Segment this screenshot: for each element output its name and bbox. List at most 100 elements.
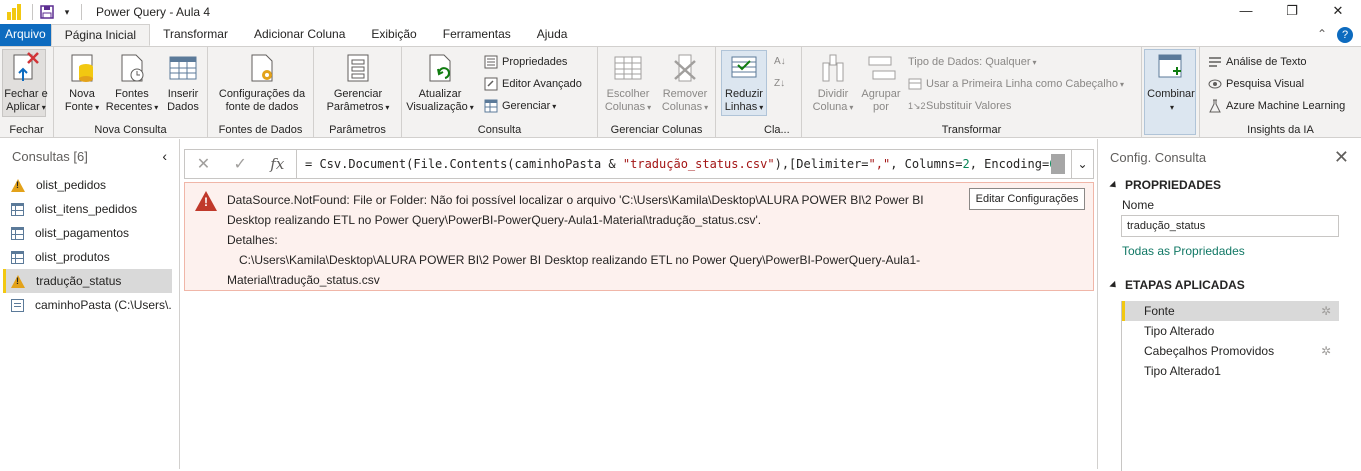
- tab-arquivo[interactable]: Arquivo: [0, 24, 51, 46]
- main-content: ✕ ✓ fx = Csv.Document(File.Contents(cami…: [181, 139, 1097, 469]
- reduce-rows-button[interactable]: Reduzir Linhas ▾: [722, 51, 766, 114]
- remove-columns-button[interactable]: Remover Colunas ▾: [658, 51, 712, 114]
- manage-button[interactable]: Gerenciar ▾: [484, 97, 556, 115]
- applied-steps-section[interactable]: ETAPAS APLICADAS: [1098, 275, 1361, 295]
- advanced-editor-icon: [484, 77, 498, 91]
- collapse-triangle-icon: [1109, 180, 1119, 190]
- split-column-label-2: Coluna ▾: [812, 101, 854, 113]
- query-item-caminho-pasta[interactable]: caminhoPasta (C:\Users\...: [3, 293, 172, 317]
- edit-settings-button[interactable]: Editar Configurações: [969, 188, 1085, 210]
- save-icon[interactable]: [39, 4, 55, 20]
- query-item-olist-pagamentos[interactable]: olist_pagamentos: [3, 221, 172, 245]
- combine-label: Combinar: [1147, 88, 1195, 100]
- split-column-label-1: Dividir: [817, 88, 849, 100]
- query-item-label: olist_itens_pedidos: [35, 202, 138, 216]
- formula-input[interactable]: = Csv.Document(File.Contents(caminhoPast…: [297, 157, 1051, 171]
- group-reduzir: Reduzir Linhas ▾ A↓ Z↓ Cla...: [716, 47, 802, 138]
- query-item-label: olist_pedidos: [36, 178, 107, 192]
- refresh-preview-label-2: Visualização ▾: [406, 101, 474, 113]
- enter-data-label-1: Inserir: [167, 88, 199, 100]
- data-source-settings-label-2: fonte de dados: [225, 101, 299, 113]
- new-source-label-2: Fonte ▾: [64, 101, 100, 113]
- properties-button[interactable]: Propriedades: [484, 53, 567, 71]
- table-grid-icon: [167, 51, 199, 85]
- text-analytics-button[interactable]: Análise de Texto: [1208, 53, 1307, 71]
- text-analytics-label: Análise de Texto: [1226, 56, 1307, 68]
- choose-columns-button[interactable]: Escolher Colunas ▾: [602, 51, 654, 114]
- advanced-editor-button[interactable]: Editor Avançado: [484, 75, 582, 93]
- restore-button[interactable]: ❐: [1269, 0, 1315, 24]
- query-item-olist-produtos[interactable]: olist_produtos: [3, 245, 172, 269]
- choose-columns-label-1: Escolher: [606, 88, 650, 100]
- reduce-rows-label-1: Reduzir: [725, 88, 763, 100]
- step-item[interactable]: Tipo Alterado: [1122, 321, 1339, 341]
- query-item-olist-pedidos[interactable]: olist_pedidos: [3, 173, 172, 197]
- data-type-dropdown[interactable]: Tipo de Dados: Qualquer ▾: [908, 53, 1037, 71]
- tab-adicionar-coluna[interactable]: Adicionar Coluna: [241, 24, 358, 46]
- close-settings-icon[interactable]: ✕: [1334, 147, 1349, 168]
- manage-parameters-button[interactable]: Gerenciar Parâmetros ▾: [318, 51, 398, 114]
- close-apply-button[interactable]: Fechar e Aplicar ▾: [3, 51, 49, 114]
- step-item[interactable]: Fonte ✲: [1122, 301, 1339, 321]
- vision-button[interactable]: Pesquisa Visual: [1208, 75, 1304, 93]
- cancel-icon[interactable]: ✕: [197, 154, 210, 174]
- azure-ml-button[interactable]: Azure Machine Learning: [1208, 97, 1345, 115]
- combine-button[interactable]: Combinar ▾: [1146, 51, 1196, 114]
- query-item-traducao-status[interactable]: tradução_status: [3, 269, 172, 293]
- tab-exibicao[interactable]: Exibição: [358, 24, 429, 46]
- tab-pagina-inicial[interactable]: Página Inicial: [50, 24, 151, 46]
- fx-icon[interactable]: fx: [270, 155, 284, 173]
- replace-values-button[interactable]: 1↘2 Substituir Valores: [908, 97, 1011, 115]
- step-item[interactable]: Cabeçalhos Promovidos ✲: [1122, 341, 1339, 361]
- check-icon[interactable]: ✓: [233, 154, 246, 174]
- expand-formula-icon[interactable]: ⌄: [1071, 150, 1093, 178]
- gear-icon[interactable]: ✲: [1321, 341, 1331, 361]
- query-settings-panel: Config. Consulta ✕ PROPRIEDADES Nome tra…: [1097, 139, 1361, 471]
- close-button[interactable]: ✕: [1315, 0, 1361, 24]
- group-label-fontes-dados: Fontes de Dados: [218, 124, 303, 136]
- group-by-label-2: por: [873, 101, 889, 113]
- recent-sources-label-2: Recentes ▾: [105, 101, 159, 113]
- sort-descending-button[interactable]: Z↓: [774, 75, 792, 93]
- group-label-insights: Insights da IA: [1247, 124, 1314, 136]
- step-item[interactable]: Tipo Alterado1: [1122, 361, 1339, 381]
- properties-label: Propriedades: [502, 56, 568, 68]
- sort-ascending-button[interactable]: A↓: [774, 53, 792, 71]
- data-source-settings-button[interactable]: Configurações da fonte de dados: [212, 51, 312, 114]
- new-source-button[interactable]: Nova Fonte ▾: [60, 51, 104, 114]
- minimize-button[interactable]: —: [1223, 0, 1269, 24]
- recent-sources-button[interactable]: Fontes Recentes ▾: [106, 51, 158, 114]
- use-first-row-headers-button[interactable]: Usar a Primeira Linha como Cabeçalho ▾: [908, 75, 1124, 93]
- enter-data-button[interactable]: Inserir Dados: [160, 51, 206, 114]
- help-icon[interactable]: ?: [1337, 27, 1353, 43]
- formula-scrollbar[interactable]: [1051, 154, 1065, 174]
- query-item-olist-itens-pedidos[interactable]: olist_itens_pedidos: [3, 197, 172, 221]
- refresh-preview-button[interactable]: Atualizar Visualização ▾: [404, 51, 476, 114]
- choose-columns-label-2: Colunas ▾: [604, 101, 652, 113]
- gear-icon[interactable]: ✲: [1321, 301, 1331, 321]
- title-bar: ▾ Power Query - Aula 4 — ❐ ✕: [0, 0, 1361, 24]
- combine-icon: [1155, 51, 1187, 85]
- split-column-button[interactable]: Dividir Coluna ▾: [810, 51, 856, 114]
- collapse-panel-icon[interactable]: ‹: [162, 148, 167, 164]
- text-analytics-icon: [1208, 55, 1222, 69]
- error-warning-icon: [195, 191, 217, 211]
- parameters-icon: [342, 51, 374, 85]
- title-separator: [81, 4, 82, 20]
- formula-buttons: ✕ ✓ fx: [185, 150, 297, 178]
- all-properties-link[interactable]: Todas as Propriedades: [1098, 241, 1361, 261]
- sort-ascending-icon: A↓: [774, 56, 786, 67]
- applied-steps-list: Fonte ✲ Tipo Alterado Cabeçalhos Promovi…: [1121, 301, 1339, 471]
- manage-parameters-label-2: Parâmetros ▾: [326, 101, 390, 113]
- name-input[interactable]: tradução_status: [1121, 215, 1339, 237]
- properties-section[interactable]: PROPRIEDADES: [1098, 175, 1361, 195]
- tab-transformar[interactable]: Transformar: [150, 24, 241, 46]
- query-settings-header: Config. Consulta ✕: [1098, 139, 1361, 175]
- headers-icon: [908, 77, 922, 91]
- quick-access-dropdown-icon[interactable]: ▾: [59, 4, 75, 20]
- data-source-settings-label-1: Configurações da: [218, 88, 306, 100]
- tab-ferramentas[interactable]: Ferramentas: [430, 24, 524, 46]
- collapse-ribbon-icon[interactable]: ⌃: [1317, 27, 1327, 43]
- tab-ajuda[interactable]: Ajuda: [524, 24, 581, 46]
- group-by-button[interactable]: Agrupar por: [858, 51, 904, 114]
